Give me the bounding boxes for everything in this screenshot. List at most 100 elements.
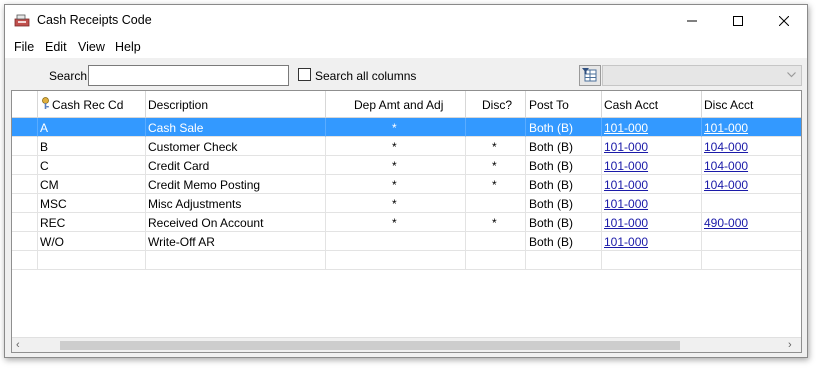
cell-dep-amt[interactable]: *: [326, 137, 466, 156]
cell-dep-amt[interactable]: *: [326, 156, 466, 175]
cell-dep-amt[interactable]: [326, 251, 466, 270]
cell-dep-amt[interactable]: *: [326, 175, 466, 194]
menu-help[interactable]: Help: [115, 40, 141, 54]
cell-dep-amt[interactable]: *: [326, 194, 466, 213]
cell-code[interactable]: MSC: [38, 194, 146, 213]
column-header-cash-rec-cd[interactable]: Cash Rec Cd: [38, 91, 146, 118]
maximize-button[interactable]: [715, 5, 761, 36]
cell-description[interactable]: Customer Check: [146, 137, 326, 156]
cash-acct-link[interactable]: 101-000: [604, 159, 648, 173]
disc-acct-link[interactable]: 490-000: [704, 216, 748, 230]
cell-disc[interactable]: [466, 194, 526, 213]
cash-acct-link[interactable]: 101-000: [604, 216, 648, 230]
menu-edit[interactable]: Edit: [45, 40, 67, 54]
column-header-disc[interactable]: Disc?: [466, 91, 526, 118]
cell-cash-acct[interactable]: 101-000: [602, 232, 702, 251]
row-header[interactable]: [12, 251, 38, 270]
row-header[interactable]: [12, 156, 38, 175]
cell-disc[interactable]: *: [466, 156, 526, 175]
cell-post-to[interactable]: Both (B): [526, 175, 602, 194]
cell-disc-acct[interactable]: 490-000: [702, 213, 801, 232]
close-button[interactable]: [761, 5, 807, 36]
cell-cash-acct[interactable]: 101-000: [602, 175, 702, 194]
cell-description[interactable]: Credit Memo Posting: [146, 175, 326, 194]
search-all-label[interactable]: Search all columns: [315, 69, 416, 83]
cell-code[interactable]: C: [38, 156, 146, 175]
column-header-dep-amt[interactable]: Dep Amt and Adj: [326, 91, 466, 118]
search-input[interactable]: [88, 65, 289, 86]
cell-cash-acct[interactable]: 101-000: [602, 118, 702, 137]
column-filter-button[interactable]: [579, 65, 601, 86]
cell-cash-acct[interactable]: [602, 251, 702, 270]
cell-description[interactable]: Received On Account: [146, 213, 326, 232]
minimize-button[interactable]: [669, 5, 715, 36]
cell-disc-acct[interactable]: [702, 251, 801, 270]
column-select-dropdown[interactable]: [602, 65, 802, 86]
cash-acct-link[interactable]: 101-000: [604, 178, 648, 192]
cell-disc-acct[interactable]: 104-000: [702, 156, 801, 175]
cell-disc[interactable]: [466, 251, 526, 270]
disc-acct-link[interactable]: 104-000: [704, 178, 748, 192]
cash-acct-link[interactable]: 101-000: [604, 197, 648, 211]
cell-dep-amt[interactable]: *: [326, 213, 466, 232]
row-header[interactable]: [12, 175, 38, 194]
scroll-right-icon[interactable]: ›: [788, 339, 792, 351]
cell-description[interactable]: Credit Card: [146, 156, 326, 175]
cell-code[interactable]: W/O: [38, 232, 146, 251]
horizontal-scrollbar[interactable]: ‹ ›: [12, 337, 801, 352]
cell-description[interactable]: Cash Sale: [146, 118, 326, 137]
search-all-checkbox[interactable]: [298, 68, 311, 81]
cell-code[interactable]: [38, 251, 146, 270]
cell-post-to[interactable]: Both (B): [526, 118, 602, 137]
cell-description[interactable]: Misc Adjustments: [146, 194, 326, 213]
cell-dep-amt[interactable]: [326, 232, 466, 251]
menu-file[interactable]: File: [14, 40, 34, 54]
cell-disc-acct[interactable]: 101-000: [702, 118, 801, 137]
cell-post-to[interactable]: Both (B): [526, 194, 602, 213]
cell-post-to[interactable]: [526, 251, 602, 270]
disc-acct-link[interactable]: 104-000: [704, 140, 748, 154]
cell-disc[interactable]: [466, 232, 526, 251]
cash-acct-link[interactable]: 101-000: [604, 235, 648, 249]
cell-post-to[interactable]: Both (B): [526, 156, 602, 175]
row-header[interactable]: [12, 137, 38, 156]
cell-disc[interactable]: *: [466, 175, 526, 194]
disc-acct-link[interactable]: 104-000: [704, 159, 748, 173]
cell-description[interactable]: [146, 251, 326, 270]
row-header[interactable]: [12, 194, 38, 213]
cell-description[interactable]: Write-Off AR: [146, 232, 326, 251]
disc-acct-link[interactable]: 101-000: [704, 121, 748, 135]
cell-disc-acct[interactable]: 104-000: [702, 175, 801, 194]
cell-cash-acct[interactable]: 101-000: [602, 194, 702, 213]
column-header-description[interactable]: Description: [146, 91, 326, 118]
scroll-left-icon[interactable]: ‹: [16, 339, 20, 351]
row-header[interactable]: [12, 213, 38, 232]
cell-code[interactable]: CM: [38, 175, 146, 194]
cell-cash-acct[interactable]: 101-000: [602, 213, 702, 232]
cell-cash-acct[interactable]: 101-000: [602, 137, 702, 156]
cell-disc-acct[interactable]: [702, 232, 801, 251]
menu-view[interactable]: View: [78, 40, 105, 54]
column-header-post-to[interactable]: Post To: [526, 91, 602, 118]
row-header[interactable]: [12, 232, 38, 251]
cell-code[interactable]: A: [38, 118, 146, 137]
cash-acct-link[interactable]: 101-000: [604, 140, 648, 154]
cell-code[interactable]: REC: [38, 213, 146, 232]
cell-disc[interactable]: *: [466, 213, 526, 232]
row-header[interactable]: [12, 118, 38, 137]
cell-cash-acct[interactable]: 101-000: [602, 156, 702, 175]
cell-post-to[interactable]: Both (B): [526, 213, 602, 232]
cash-acct-link[interactable]: 101-000: [604, 121, 648, 135]
cell-post-to[interactable]: Both (B): [526, 137, 602, 156]
cell-disc-acct[interactable]: 104-000: [702, 137, 801, 156]
column-header-disc-acct[interactable]: Disc Acct: [702, 91, 801, 118]
cell-code[interactable]: B: [38, 137, 146, 156]
scrollbar-thumb[interactable]: [60, 341, 680, 350]
cell-disc-acct[interactable]: [702, 194, 801, 213]
cell-dep-amt[interactable]: *: [326, 118, 466, 137]
cell-disc[interactable]: *: [466, 137, 526, 156]
cell-disc[interactable]: [466, 118, 526, 137]
column-header-cash-acct[interactable]: Cash Acct: [602, 91, 702, 118]
title-bar[interactable]: Cash Receipts Code: [5, 5, 807, 36]
cell-post-to[interactable]: Both (B): [526, 232, 602, 251]
